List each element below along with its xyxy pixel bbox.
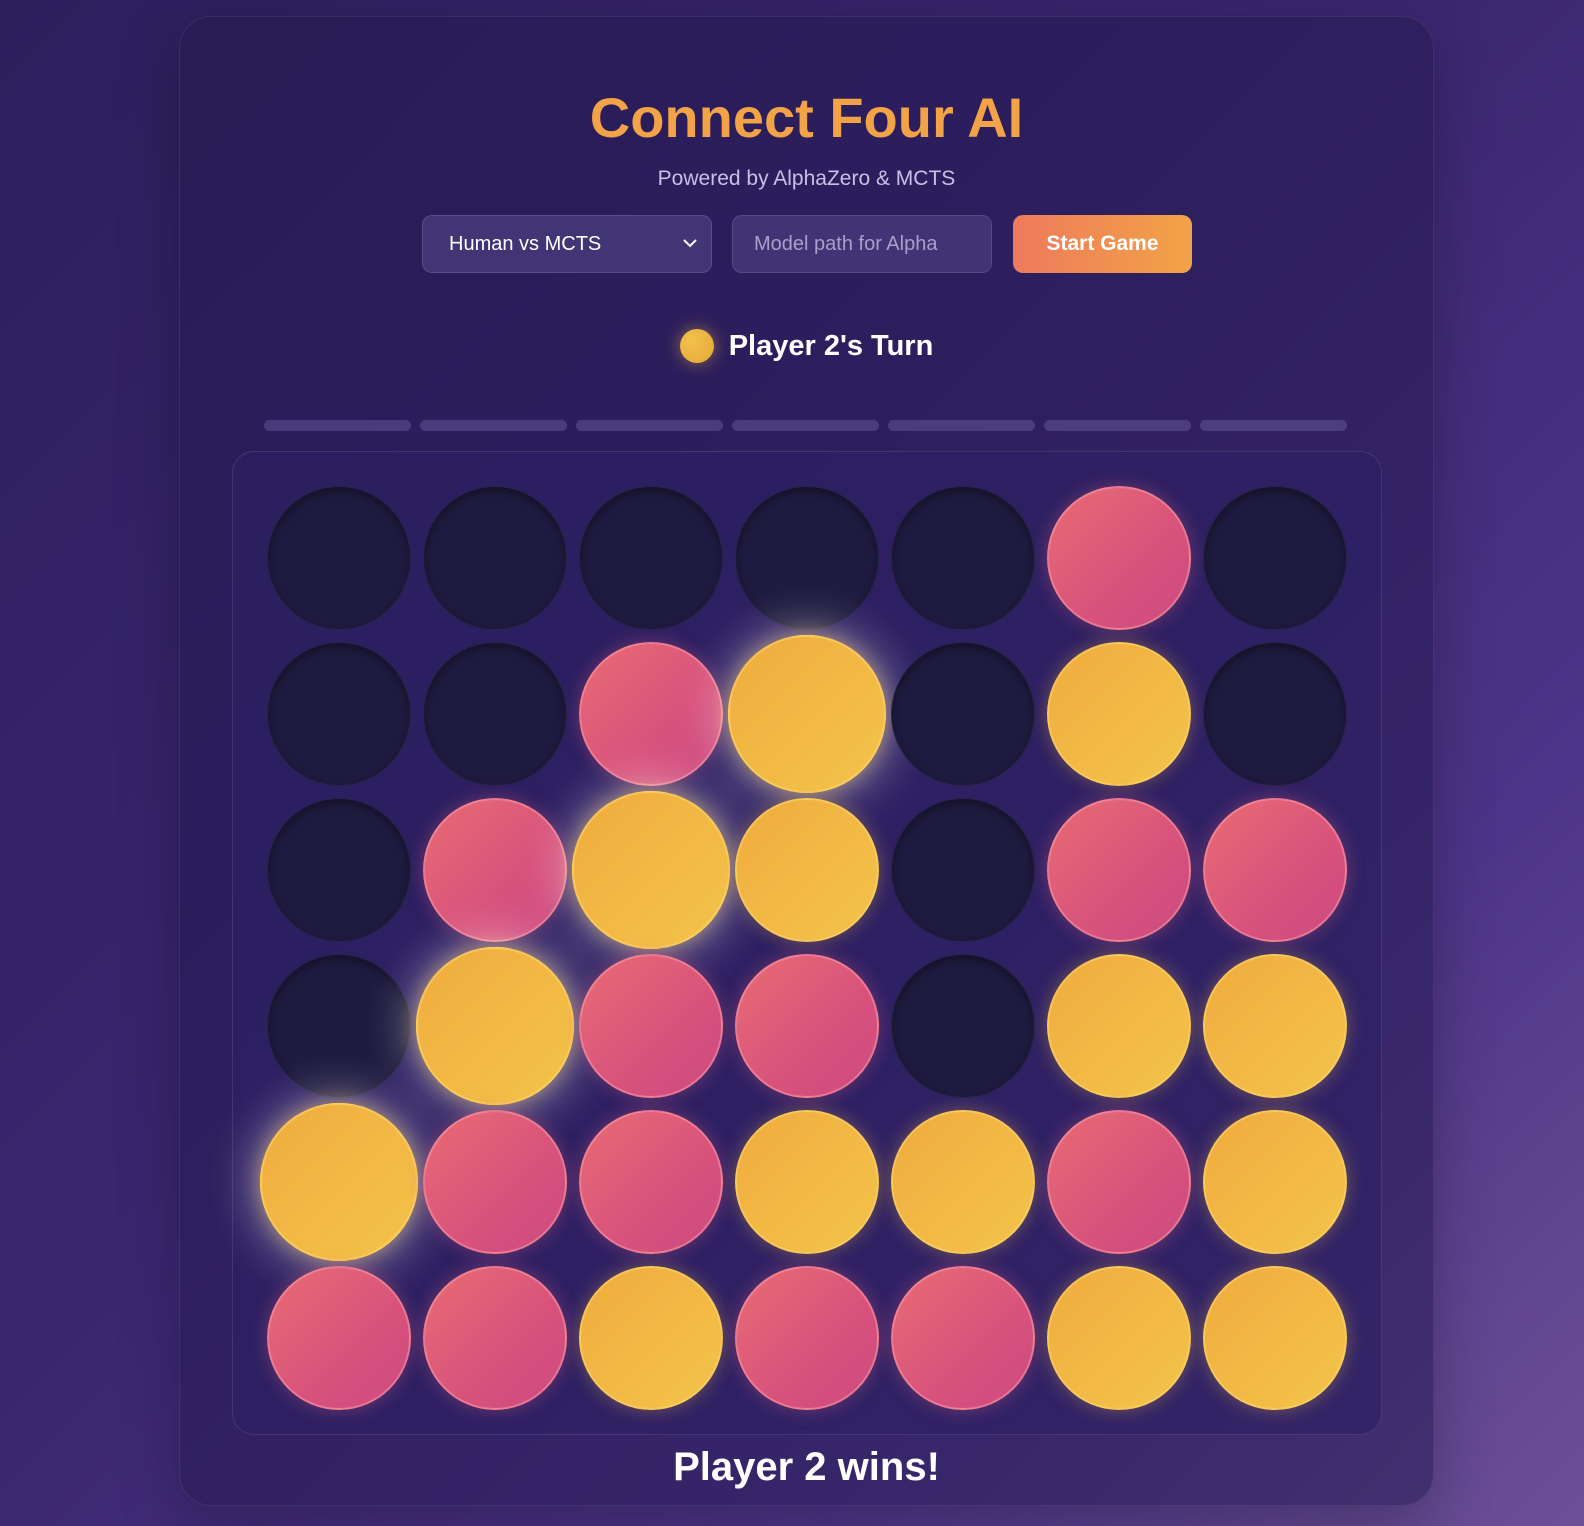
player-1-token[interactable] — [579, 1110, 723, 1254]
player-1-token[interactable] — [423, 798, 567, 942]
empty-slot[interactable] — [735, 486, 879, 630]
game-board — [232, 451, 1382, 1435]
player-1-token[interactable] — [1047, 1110, 1191, 1254]
column-drop-button[interactable] — [732, 420, 879, 431]
player-1-token[interactable] — [735, 954, 879, 1098]
page-subtitle: Powered by AlphaZero & MCTS — [657, 167, 956, 190]
player-2-token[interactable] — [1047, 1266, 1191, 1410]
column-drop-button[interactable] — [1200, 420, 1347, 431]
column-drop-bar — [264, 420, 1356, 432]
player-1-token[interactable] — [267, 1266, 411, 1410]
chevron-down-icon — [683, 239, 697, 248]
empty-slot[interactable] — [267, 642, 411, 786]
player-2-token[interactable] — [1047, 954, 1191, 1098]
player-2-token[interactable] — [1047, 642, 1191, 786]
start-game-button[interactable]: Start Game — [1013, 215, 1192, 273]
column-drop-button[interactable] — [576, 420, 723, 431]
player-1-token[interactable] — [423, 1266, 567, 1410]
player-2-token[interactable] — [1203, 954, 1347, 1098]
player-1-token[interactable] — [1047, 486, 1191, 630]
player-1-token[interactable] — [579, 954, 723, 1098]
player-2-token[interactable] — [1203, 1110, 1347, 1254]
empty-slot[interactable] — [267, 954, 411, 1098]
player-1-token[interactable] — [579, 642, 723, 786]
player-1-token[interactable] — [423, 1110, 567, 1254]
column-drop-button[interactable] — [420, 420, 567, 431]
player-2-token[interactable] — [891, 1110, 1035, 1254]
player-2-token[interactable] — [415, 946, 575, 1106]
page-title: Connect Four AI — [589, 86, 1024, 149]
game-result: Player 2 wins! — [673, 1445, 940, 1489]
empty-slot[interactable] — [423, 642, 567, 786]
empty-slot[interactable] — [891, 486, 1035, 630]
player-1-token[interactable] — [1203, 798, 1347, 942]
empty-slot[interactable] — [423, 486, 567, 630]
player-1-token[interactable] — [891, 1266, 1035, 1410]
column-drop-button[interactable] — [1044, 420, 1191, 431]
player-2-token[interactable] — [259, 1102, 419, 1262]
game-card: Connect Four AI Powered by AlphaZero & M… — [179, 16, 1434, 1506]
empty-slot[interactable] — [579, 486, 723, 630]
player-2-token[interactable] — [579, 1266, 723, 1410]
player-1-token[interactable] — [735, 1266, 879, 1410]
model-path-input[interactable] — [732, 215, 992, 273]
player-2-token[interactable] — [735, 1110, 879, 1254]
empty-slot[interactable] — [1203, 486, 1347, 630]
empty-slot[interactable] — [891, 798, 1035, 942]
game-mode-select[interactable]: Human vs MCTS — [422, 215, 712, 273]
empty-slot[interactable] — [267, 486, 411, 630]
column-drop-button[interactable] — [264, 420, 411, 431]
empty-slot[interactable] — [891, 954, 1035, 1098]
column-drop-button[interactable] — [888, 420, 1035, 431]
empty-slot[interactable] — [891, 642, 1035, 786]
empty-slot[interactable] — [1203, 642, 1347, 786]
player-2-token[interactable] — [727, 634, 887, 794]
player-1-token[interactable] — [1047, 798, 1191, 942]
turn-text: Player 2's Turn — [728, 329, 934, 362]
game-mode-value: Human vs MCTS — [449, 232, 602, 255]
player-2-token[interactable] — [735, 798, 879, 942]
empty-slot[interactable] — [267, 798, 411, 942]
player-2-token-icon — [679, 329, 714, 363]
player-2-token[interactable] — [1203, 1266, 1347, 1410]
turn-indicator: Player 2's Turn — [180, 329, 1433, 363]
player-2-token[interactable] — [571, 790, 731, 950]
